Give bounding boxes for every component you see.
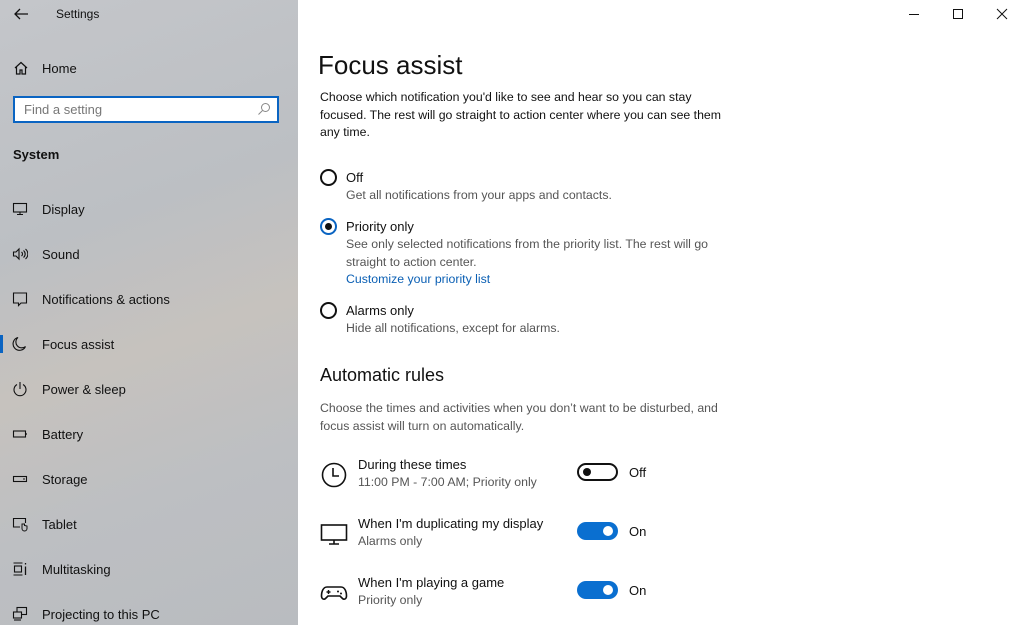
search-box[interactable] — [13, 96, 279, 123]
rule-subtitle: Priority only — [358, 593, 423, 607]
toggle-state: On — [629, 583, 647, 598]
clock-icon — [321, 462, 347, 488]
radio-description: Get all notifications from your apps and… — [346, 188, 612, 202]
toggle-switch[interactable] — [577, 463, 618, 481]
sidebar-item-storage[interactable]: Storage — [0, 464, 298, 494]
minimize-icon — [909, 14, 919, 15]
monitor-icon — [320, 524, 348, 545]
sidebar-item-label: Focus assist — [42, 336, 115, 352]
home-icon — [14, 61, 28, 75]
multitasking-icon — [13, 562, 27, 576]
sidebar: Settings Home System Display Sound Notif… — [0, 0, 298, 625]
active-indicator — [0, 335, 3, 353]
radio-button[interactable] — [320, 169, 337, 186]
title-bar: Settings — [0, 0, 298, 30]
rule-subtitle: 11:00 PM - 7:00 AM; Priority only — [358, 475, 537, 489]
sound-icon — [12, 247, 28, 261]
app-title: Settings — [56, 7, 100, 21]
maximize-button[interactable] — [936, 0, 980, 28]
battery-icon — [12, 430, 27, 438]
sidebar-item-multitasking[interactable]: Multitasking — [0, 554, 298, 584]
radio-description: Hide all notifications, except for alarm… — [346, 321, 560, 335]
sidebar-item-label: Power & sleep — [42, 381, 126, 397]
sidebar-item-label: Sound — [42, 246, 80, 262]
moon-icon — [12, 336, 26, 351]
display-icon — [12, 202, 28, 216]
rule-duplicating-display[interactable]: When I'm duplicating my display Alarms o… — [320, 516, 1000, 552]
radio-priority-only[interactable]: Priority only See only selected notifica… — [320, 218, 708, 286]
section-label-system: System — [13, 147, 60, 162]
sidebar-item-sound[interactable]: Sound — [0, 239, 298, 269]
minimize-button[interactable] — [892, 0, 936, 28]
sidebar-item-label: Battery — [42, 426, 84, 442]
rule-during-these-times[interactable]: During these times 11:00 PM - 7:00 AM; P… — [320, 457, 1000, 493]
rule-subtitle: Alarms only — [358, 534, 423, 548]
rule-title: When I'm playing a game — [358, 575, 505, 590]
sidebar-item-label: Projecting to this PC — [42, 606, 160, 622]
toggle-switch[interactable] — [577, 522, 618, 540]
radio-button[interactable] — [320, 218, 337, 235]
automatic-rules-description: Choose the times and activities when you… — [320, 401, 718, 433]
radio-button[interactable] — [320, 302, 337, 319]
radio-label: Off — [346, 170, 364, 185]
back-arrow-icon[interactable] — [12, 5, 30, 23]
power-icon — [13, 382, 27, 397]
maximize-icon — [953, 9, 963, 19]
sidebar-item-display[interactable]: Display — [0, 194, 298, 224]
close-icon — [996, 8, 1008, 20]
sidebar-item-focus-assist[interactable]: Focus assist — [0, 329, 298, 359]
home-link[interactable]: Home — [13, 58, 77, 78]
toggle-state: Off — [629, 465, 647, 480]
radio-off[interactable]: Off Get all notifications from your apps… — [320, 169, 612, 202]
sidebar-item-notifications[interactable]: Notifications & actions — [0, 284, 298, 314]
sidebar-item-label: Tablet — [42, 516, 77, 532]
automatic-rules-heading: Automatic rules — [320, 365, 445, 385]
storage-icon — [12, 475, 28, 483]
toggle-state: On — [629, 524, 647, 539]
main-content: Focus assist Choose which notification y… — [298, 0, 1024, 625]
sidebar-item-label: Multitasking — [42, 561, 111, 577]
toggle-switch[interactable] — [577, 581, 618, 599]
projecting-icon — [12, 606, 28, 621]
rule-title: When I'm duplicating my display — [358, 516, 544, 531]
radio-label: Priority only — [346, 219, 414, 234]
sidebar-item-tablet[interactable]: Tablet — [0, 509, 298, 539]
sidebar-item-power-sleep[interactable]: Power & sleep — [0, 374, 298, 404]
rule-title: During these times — [358, 457, 467, 472]
sidebar-item-label: Display — [42, 201, 85, 217]
page-description: Choose which notification you'd like to … — [320, 90, 721, 139]
sidebar-item-label: Notifications & actions — [42, 291, 170, 307]
radio-alarms-only[interactable]: Alarms only Hide all notifications, exce… — [320, 302, 560, 335]
notifications-icon — [12, 292, 28, 307]
tablet-icon — [12, 517, 28, 532]
radio-description: See only selected notifications from the… — [346, 237, 709, 269]
radio-label: Alarms only — [346, 303, 414, 318]
home-label: Home — [42, 60, 77, 76]
page-title: Focus assist — [318, 50, 463, 80]
sidebar-item-label: Storage — [42, 471, 88, 487]
close-button[interactable] — [980, 0, 1024, 28]
sidebar-item-battery[interactable]: Battery — [0, 419, 298, 449]
search-icon[interactable] — [257, 102, 271, 116]
rule-playing-game[interactable]: When I'm playing a game Priority only On — [320, 575, 1000, 611]
gamepad-icon — [320, 586, 348, 600]
search-input[interactable] — [15, 98, 254, 121]
customize-priority-list-link[interactable]: Customize your priority list — [346, 271, 766, 289]
